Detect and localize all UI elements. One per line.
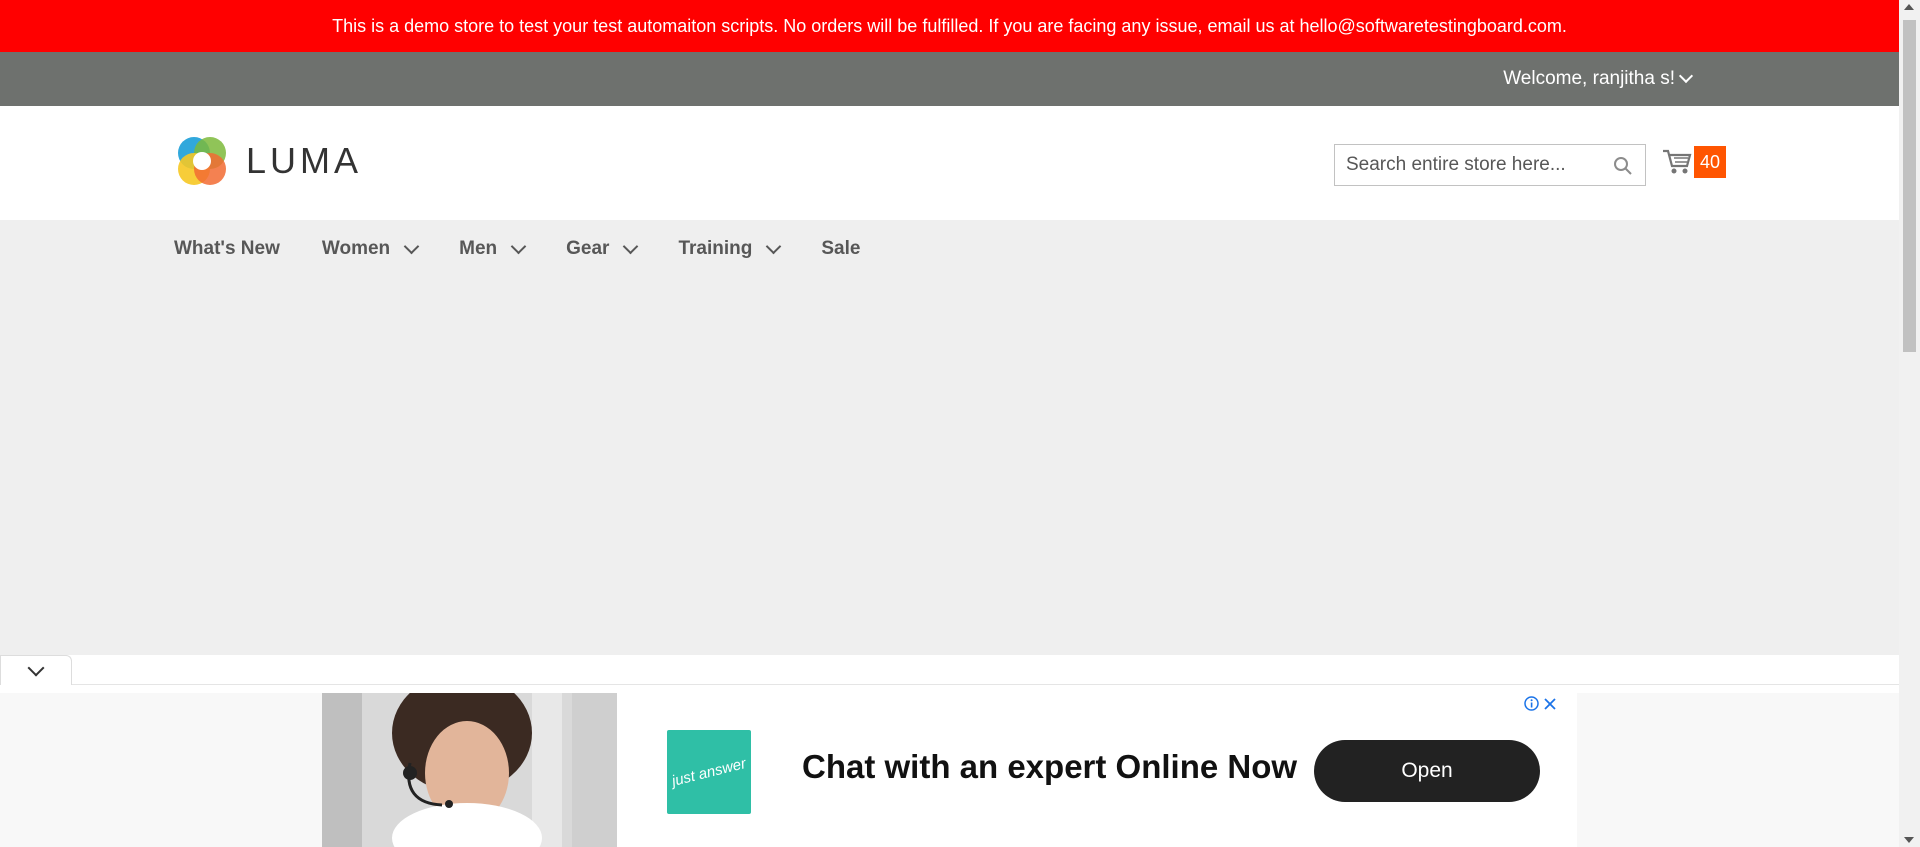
nav-item-label: Training <box>678 238 753 259</box>
site-header: LUMA 40 <box>0 106 1899 220</box>
search-icon[interactable] <box>1613 156 1633 176</box>
justanswer-logo: just answer <box>667 730 751 814</box>
luma-logo[interactable]: LUMA <box>174 133 362 189</box>
luma-logo-icon <box>178 137 226 185</box>
demo-banner-text: This is a demo store to test your test a… <box>332 15 1567 36</box>
ad-info-icon[interactable] <box>1524 696 1539 711</box>
ad-headline: Chat with an expert Online Now <box>802 748 1298 785</box>
ad-brand-text: just answer <box>670 754 748 790</box>
top-bar: Welcome, ranjitha s! <box>0 52 1899 106</box>
search-input[interactable] <box>1335 146 1595 184</box>
chevron-down-icon <box>403 238 420 254</box>
nav-item-training[interactable]: Training <box>678 238 782 260</box>
ad-collapse-toggle[interactable] <box>0 655 72 685</box>
chevron-down-icon <box>766 238 782 254</box>
ad-controls <box>1524 696 1557 711</box>
cart-count-badge: 40 <box>1694 146 1726 178</box>
nav-item-whats-new[interactable]: What's New <box>174 238 280 260</box>
nav-item-label: Women <box>321 238 391 259</box>
nav-item-men[interactable]: Men <box>459 238 527 260</box>
scroll-up-arrow-icon[interactable] <box>1904 4 1914 10</box>
divider <box>72 684 1899 685</box>
nav-item-gear[interactable]: Gear <box>566 238 639 260</box>
nav-item-women[interactable]: Women <box>321 238 420 260</box>
nav-item-sale[interactable]: Sale <box>821 238 860 260</box>
chevron-down-icon <box>27 659 45 676</box>
chevron-down-icon <box>623 238 639 254</box>
chevron-down-icon <box>1678 68 1694 84</box>
nav-item-label: Men <box>459 238 498 259</box>
ad-banner[interactable]: just answer Chat with an expert Online N… <box>322 693 1577 847</box>
main-navigation: What's New Women Men Gear Training Sale <box>174 220 902 278</box>
ad-close-icon[interactable] <box>1543 697 1557 711</box>
logo-text: LUMA <box>246 140 363 181</box>
chevron-down-icon <box>510 238 527 254</box>
page-scrollbar[interactable] <box>1899 0 1920 847</box>
search-box <box>1334 144 1646 186</box>
shopping-cart-icon <box>1663 149 1692 174</box>
ad-image <box>322 693 617 847</box>
ad-photo-illustration <box>322 693 617 847</box>
ad-open-button[interactable]: Open <box>1314 740 1540 802</box>
nav-item-label: Sale <box>821 238 861 259</box>
welcome-dropdown[interactable]: Welcome, ranjitha s! <box>1503 52 1694 106</box>
nav-item-label: What's New <box>174 238 280 259</box>
ad-collapse-strip <box>0 655 1899 693</box>
main-content: What's New Women Men Gear Training Sale <box>0 220 1899 655</box>
scroll-down-arrow-icon[interactable] <box>1904 837 1914 843</box>
minicart[interactable]: 40 <box>1662 146 1726 178</box>
demo-store-banner: This is a demo store to test your test a… <box>0 0 1899 52</box>
scrollbar-thumb[interactable] <box>1903 20 1916 352</box>
welcome-text: Welcome, ranjitha s! <box>1503 68 1675 89</box>
ad-banner-area: just answer Chat with an expert Online N… <box>0 693 1899 847</box>
nav-item-label: Gear <box>566 238 610 259</box>
